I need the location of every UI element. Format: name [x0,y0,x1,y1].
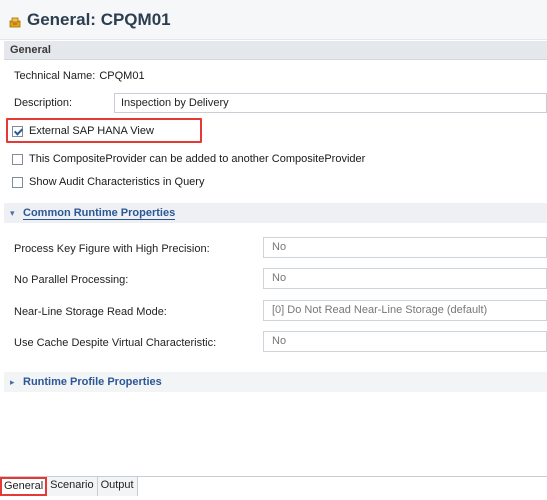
common-runtime-section[interactable]: ▾ Common Runtime Properties [4,203,547,223]
composite-provider-icon [8,15,22,29]
composite-checkbox[interactable] [12,153,23,165]
composite-option[interactable]: This CompositeProvider can be added to a… [12,150,365,168]
external-view-option[interactable]: External SAP HANA View [12,122,154,140]
common-runtime-label[interactable]: Common Runtime Properties [23,207,176,220]
external-view-label: External SAP HANA View [29,125,154,137]
prop-value-near-line[interactable]: [0] Do Not Read Near-Line Storage (defau… [263,300,547,321]
description-input[interactable]: Inspection by Delivery [114,93,547,113]
audit-option[interactable]: Show Audit Characteristics in Query [12,173,204,191]
page-title: General: CPQM01 [27,9,171,29]
technical-name-row: Technical Name: CPQM01 [14,70,145,82]
prop-label-cache: Use Cache Despite Virtual Characteristic… [14,337,217,349]
editor-tabs: General Scenario Output [0,476,138,496]
technical-name-label: Technical Name: [14,70,96,82]
runtime-profile-section[interactable]: ▸ Runtime Profile Properties [4,372,547,392]
prop-value-cache[interactable]: No [263,331,547,352]
prop-label-parallel: No Parallel Processing: [14,274,129,286]
prop-value-parallel[interactable]: No [263,268,547,289]
prop-label-high-precision: Process Key Figure with High Precision: [14,243,210,255]
runtime-profile-label[interactable]: Runtime Profile Properties [23,376,162,388]
technical-name-value: CPQM01 [99,70,145,82]
tab-scenario[interactable]: Scenario [47,477,98,496]
prop-label-near-line: Near-Line Storage Read Mode: [14,306,167,318]
tab-general[interactable]: General [0,477,48,496]
external-view-checkbox[interactable] [12,125,23,137]
collapse-toggle-icon[interactable]: ▾ [10,208,20,219]
editor-header: General: CPQM01 [0,0,547,40]
expand-toggle-icon[interactable]: ▸ [10,377,20,388]
prop-value-high-precision[interactable]: No [263,237,547,258]
composite-label: This CompositeProvider can be added to a… [29,153,366,165]
general-section-header: General [4,41,547,60]
audit-label: Show Audit Characteristics in Query [29,176,205,188]
tab-output[interactable]: Output [97,477,138,496]
audit-checkbox[interactable] [12,176,23,188]
description-label: Description: [14,97,73,109]
